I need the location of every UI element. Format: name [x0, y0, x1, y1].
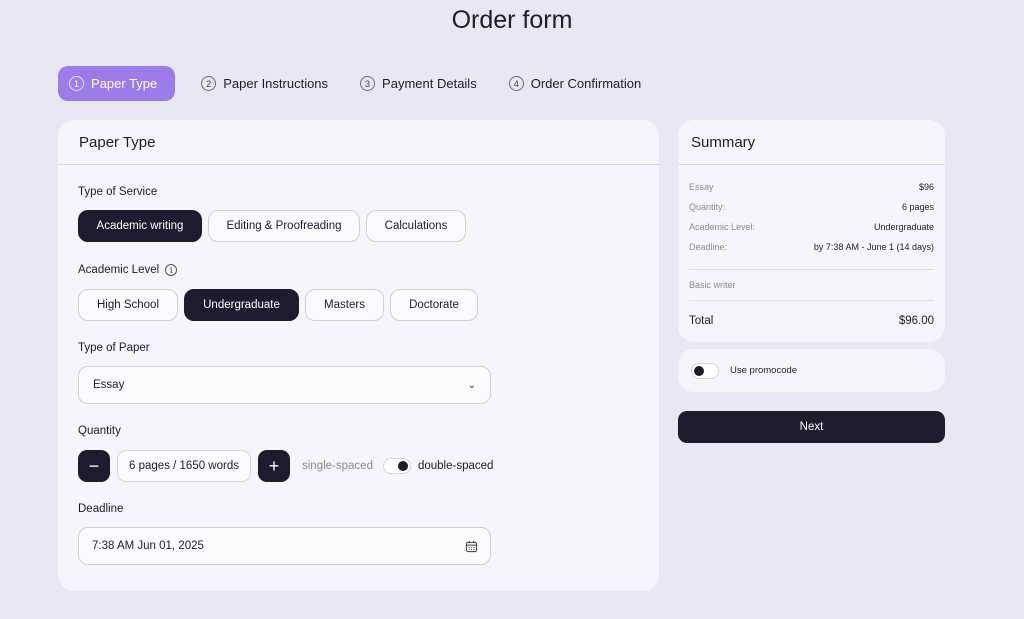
card-title: Paper Type — [58, 120, 659, 165]
divider — [689, 269, 934, 270]
chevron-down-icon: ⌄ — [467, 379, 476, 391]
summary-key: Essay — [689, 182, 714, 192]
summary-key: Quantity: — [689, 202, 726, 212]
academic-level-text: Academic Level — [78, 264, 160, 276]
single-spaced-label[interactable]: single-spaced — [302, 460, 373, 472]
step-label: Paper Instructions — [223, 76, 329, 91]
deadline-input[interactable]: 7:38 AM Jun 01, 2025 — [78, 527, 491, 565]
info-icon[interactable]: i — [165, 264, 178, 276]
writer-label: Basic writer — [689, 280, 736, 290]
step-label: Paper Type — [91, 76, 158, 91]
quantity-value: 6 pages / 1650 words — [117, 450, 251, 482]
step-order-confirmation[interactable]: 4 Order Confirmation — [508, 66, 642, 101]
promo-card: Use promocode — [678, 349, 945, 392]
total-label: Total — [689, 315, 714, 327]
decrement-button[interactable]: − — [78, 450, 110, 482]
step-label: Order Confirmation — [530, 76, 642, 91]
summary-value: $96 — [918, 182, 934, 192]
toggle-knob — [397, 461, 408, 471]
summary-value: 6 pages — [901, 202, 934, 212]
summary-value: by 7:38 AM - June 1 (14 days) — [813, 242, 934, 252]
step-paper-type[interactable]: 1 Paper Type — [58, 66, 176, 101]
summary-row: Deadline: by 7:38 AM - June 1 (14 days) — [689, 242, 934, 252]
level-options: High School Undergraduate Masters Doctor… — [78, 289, 484, 321]
step-number: 3 — [360, 76, 376, 91]
level-high-school-button[interactable]: High School — [78, 289, 178, 321]
next-button[interactable]: Next — [678, 411, 945, 443]
service-options: Academic writing Editing & Proofreading … — [78, 210, 472, 242]
summary-row: Academic Level: Undergraduate — [689, 222, 934, 232]
academic-level-label: Academic Level i — [78, 264, 178, 276]
step-payment-details[interactable]: 3 Payment Details — [360, 66, 477, 101]
paper-type-value: Essay — [93, 379, 125, 391]
paper-type-select[interactable]: Essay ⌄ — [78, 366, 491, 404]
quantity-stepper: − 6 pages / 1650 words + single-spaced d… — [78, 450, 493, 482]
paper-type-card: Paper Type Type of Service Academic writ… — [58, 120, 659, 591]
calendar-icon[interactable] — [465, 540, 478, 553]
spacing-toggle[interactable] — [382, 458, 411, 474]
total-row: Total $96.00 — [689, 315, 934, 327]
service-academic-writing-button[interactable]: Academic writing — [78, 210, 202, 242]
page-title: Order form — [451, 6, 573, 34]
level-doctorate-button[interactable]: Doctorate — [390, 289, 478, 321]
writer-row: Basic writer — [689, 280, 934, 290]
step-label: Payment Details — [382, 76, 477, 91]
service-editing-button[interactable]: Editing & Proofreading — [208, 210, 360, 242]
summary-row: Quantity: 6 pages — [689, 202, 934, 212]
step-number: 2 — [201, 76, 217, 91]
summary-key: Deadline: — [689, 242, 728, 252]
paper-type-label: Type of Paper — [78, 342, 150, 354]
promocode-toggle[interactable] — [691, 362, 719, 379]
summary-value: Undergraduate — [873, 222, 934, 232]
step-number: 1 — [69, 76, 84, 91]
deadline-label: Deadline — [78, 503, 124, 515]
level-undergraduate-button[interactable]: Undergraduate — [184, 289, 299, 321]
divider — [689, 300, 934, 301]
service-calculations-button[interactable]: Calculations — [366, 210, 466, 242]
step-tabs: 1 Paper Type 2 Paper Instructions 3 Paym… — [58, 66, 673, 101]
step-number: 4 — [508, 76, 524, 91]
increment-button[interactable]: + — [258, 450, 290, 482]
summary-key: Academic Level: — [689, 222, 756, 232]
total-value: $96.00 — [898, 315, 934, 327]
summary-title: Summary — [678, 120, 945, 165]
quantity-label: Quantity — [78, 425, 121, 437]
promocode-label: Use promocode — [730, 365, 798, 376]
summary-row: Essay $96 — [689, 182, 934, 192]
deadline-value: 7:38 AM Jun 01, 2025 — [92, 540, 204, 552]
step-paper-instructions[interactable]: 2 Paper Instructions — [201, 66, 328, 101]
toggle-knob — [694, 365, 704, 376]
service-label: Type of Service — [78, 186, 158, 198]
level-masters-button[interactable]: Masters — [305, 289, 384, 321]
summary-card: Summary Essay $96 Quantity: 6 pages Acad… — [678, 120, 945, 342]
double-spaced-label[interactable]: double-spaced — [418, 460, 493, 472]
